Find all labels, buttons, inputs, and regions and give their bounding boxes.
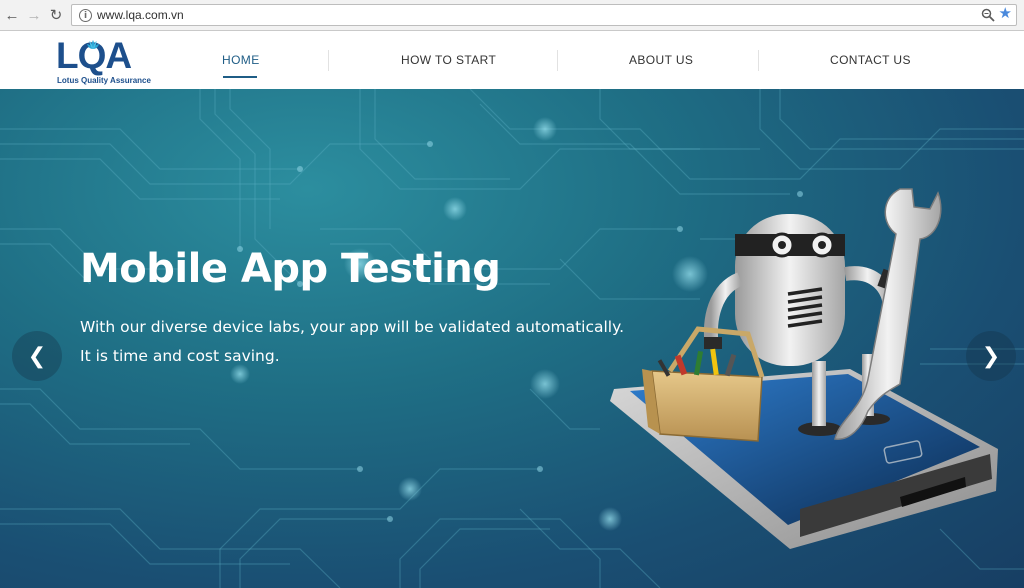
nav-contact-us[interactable]: CONTACT US <box>830 53 911 67</box>
active-nav-indicator <box>223 76 257 78</box>
logo-tagline: Lotus Quality Assurance <box>57 76 151 85</box>
browser-toolbar: ← → ↻ i www.lqa.com.vn ★ <box>0 0 1024 31</box>
info-icon[interactable]: i <box>79 9 92 22</box>
forward-icon[interactable]: → <box>25 6 43 24</box>
nav-about-us[interactable]: ABOUT US <box>629 53 693 67</box>
site-header: LQA Lotus Quality Assurance HOME HOW TO … <box>0 32 1024 89</box>
address-bar[interactable]: i www.lqa.com.vn ★ <box>71 4 1017 26</box>
hero-description-line-1: With our diverse device labs, your app w… <box>80 318 624 336</box>
magnifier-icon[interactable] <box>981 8 995 22</box>
star-icon[interactable]: ★ <box>999 6 1012 21</box>
hero-title: Mobile App Testing <box>80 246 501 292</box>
lotus-icon <box>87 40 99 49</box>
nav-how-to-start[interactable]: HOW TO START <box>401 53 496 67</box>
hero-description-line-2: It is time and cost saving. <box>80 347 280 365</box>
logo[interactable]: LQA Lotus Quality Assurance <box>54 35 154 87</box>
nav-divider <box>758 50 759 71</box>
url-text[interactable]: www.lqa.com.vn <box>97 8 184 22</box>
main-navigation: HOME HOW TO START ABOUT US CONTACT US <box>175 32 995 89</box>
robot-illustration <box>610 188 998 549</box>
back-icon[interactable]: ← <box>3 6 21 24</box>
hero-slider: Mobile App Testing With our diverse devi… <box>0 89 1024 588</box>
nav-divider <box>328 50 329 71</box>
reload-icon[interactable]: ↻ <box>47 6 65 24</box>
nav-divider <box>557 50 558 71</box>
nav-home[interactable]: HOME <box>222 53 260 67</box>
chevron-left-icon[interactable]: ❮ <box>12 331 62 381</box>
